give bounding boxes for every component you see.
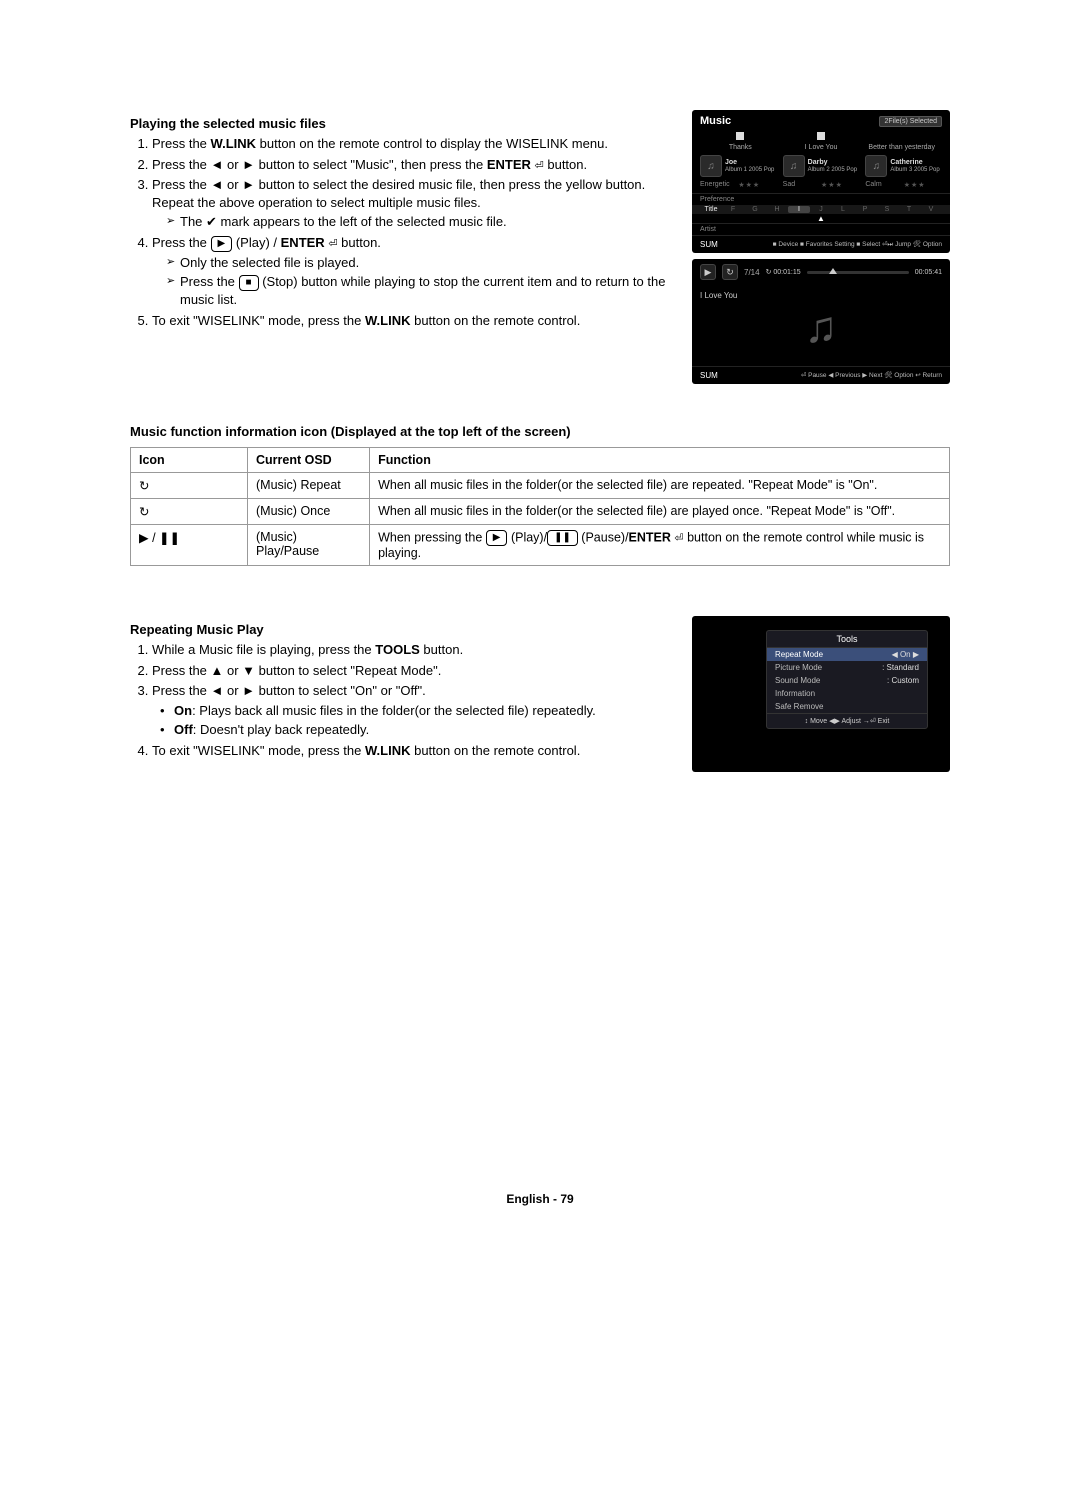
step-2: Press the ◄ or ► button to select "Music… <box>152 156 678 174</box>
music-note-icon: ♫ <box>783 155 805 177</box>
step-3: Press the ◄ or ► button to select the de… <box>152 176 678 231</box>
step-1: Press the W.LINK button on the remote co… <box>152 135 678 153</box>
playing-steps: Press the W.LINK button on the remote co… <box>130 135 678 329</box>
music-icon-table: Icon Current OSD Function ↻ (Music) Repe… <box>130 447 950 566</box>
info-icon-heading: Music function information icon (Display… <box>130 424 950 439</box>
repeat-once-icon: ↻ <box>131 499 248 525</box>
selected-badge: 2File(s) Selected <box>879 116 942 127</box>
bullet-on: On: Plays back all music files in the fo… <box>166 702 678 720</box>
tools-menu-screenshot: Tools Repeat Mode◀ On ▶ Picture Mode: St… <box>692 616 950 772</box>
repeating-steps: While a Music file is playing, press the… <box>130 641 678 759</box>
menu-row: Picture Mode: Standard <box>767 661 927 674</box>
section-title-repeating: Repeating Music Play <box>130 622 678 637</box>
menu-row: Information <box>767 687 927 700</box>
table-row: ▶ / ❚❚ (Music) Play/Pause When pressing … <box>131 525 950 566</box>
play-icon: ▶ <box>211 236 233 252</box>
stop-icon: ■ <box>239 275 259 291</box>
rstep-1: While a Music file is playing, press the… <box>152 641 678 659</box>
step-3-note: The ✔ mark appears to the left of the se… <box>166 213 678 231</box>
section-title-playing: Playing the selected music files <box>130 116 678 131</box>
music-note-icon: ♫ <box>700 155 722 177</box>
enter-icon: ⏎ <box>328 238 337 250</box>
menu-row: Sound Mode: Custom <box>767 674 927 687</box>
music-player-screenshot: ▶ ↻ 7/14 ↻ 00:01:15 00:05:41 I Love You … <box>692 259 950 384</box>
rstep-4: To exit "WISELINK" mode, press the W.LIN… <box>152 742 678 760</box>
menu-hint: ↕ Move ◀▶ Adjust →⏎ Exit <box>767 713 927 728</box>
table-row: ↻ (Music) Repeat When all music files in… <box>131 473 950 499</box>
step-4-note2: Press the ■ (Stop) button while playing … <box>166 273 678 308</box>
ss-title: Music <box>700 115 731 127</box>
play-icon: ▶ <box>700 264 716 280</box>
page-footer: English - 79 <box>130 1192 950 1206</box>
repeat-on-icon: ↻ <box>131 473 248 499</box>
enter-icon: ⏎ <box>535 160 544 172</box>
step-4: Press the ▶ (Play) / ENTER ⏎ button. Onl… <box>152 234 678 309</box>
bullet-off: Off: Doesn't play back repeatedly. <box>166 721 678 739</box>
music-note-icon: ♫ <box>700 306 942 350</box>
menu-row: Safe Remove <box>767 700 927 713</box>
step-5: To exit "WISELINK" mode, press the W.LIN… <box>152 312 678 330</box>
rstep-3: Press the ◄ or ► button to select "On" o… <box>152 682 678 739</box>
music-note-icon: ♫ <box>865 155 887 177</box>
play-icon: ▶ <box>486 530 508 546</box>
rstep-2: Press the ▲ or ▼ button to select "Repea… <box>152 662 678 680</box>
menu-row: Repeat Mode◀ On ▶ <box>767 648 927 661</box>
step-4-note1: Only the selected file is played. <box>166 254 678 272</box>
pause-icon: ❚❚ <box>547 530 578 546</box>
play-pause-icon: ▶ / ❚❚ <box>131 525 248 566</box>
table-row: ↻ (Music) Once When all music files in t… <box>131 499 950 525</box>
repeat-icon: ↻ <box>722 264 738 280</box>
music-browser-screenshot: Music 2File(s) Selected Thanks I Love Yo… <box>692 110 950 253</box>
